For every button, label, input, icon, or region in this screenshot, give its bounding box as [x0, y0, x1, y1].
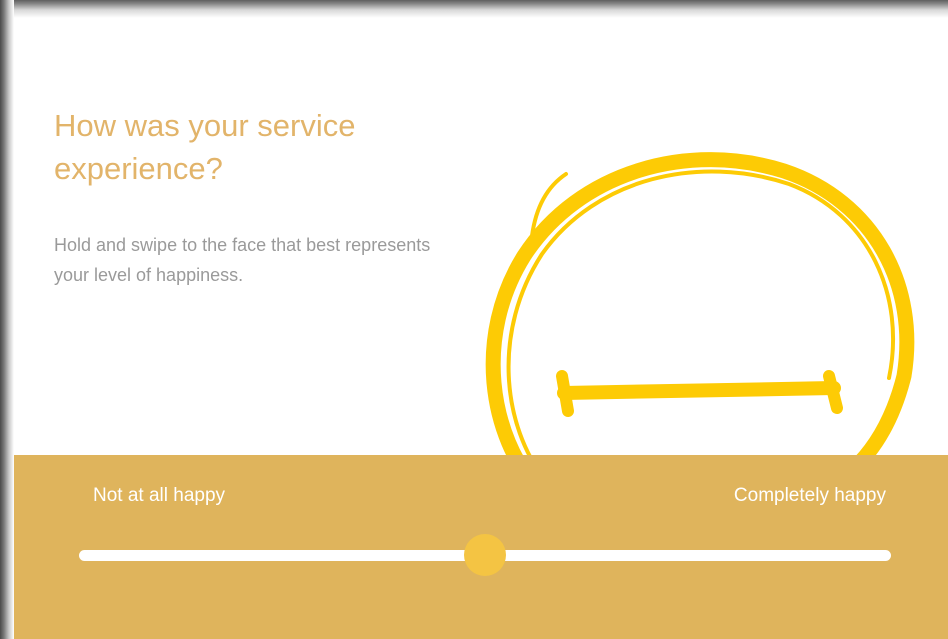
window-shadow-top	[0, 0, 948, 18]
app-frame: How was your service experience? Hold an…	[0, 0, 948, 639]
survey-card: How was your service experience? Hold an…	[14, 18, 948, 639]
survey-instructions: Hold and swipe to the face that best rep…	[54, 235, 431, 285]
rating-panel: Not at all happy Completely happy	[14, 455, 948, 639]
max-label: Completely happy	[733, 485, 886, 506]
window-shadow-left	[0, 0, 14, 639]
slider-thumb[interactable]	[464, 534, 506, 576]
neutral-face-icon	[484, 136, 924, 458]
happiness-slider[interactable]	[79, 533, 891, 577]
survey-title: How was your service experience?	[54, 108, 356, 186]
min-label: Not at all happy	[93, 485, 226, 506]
